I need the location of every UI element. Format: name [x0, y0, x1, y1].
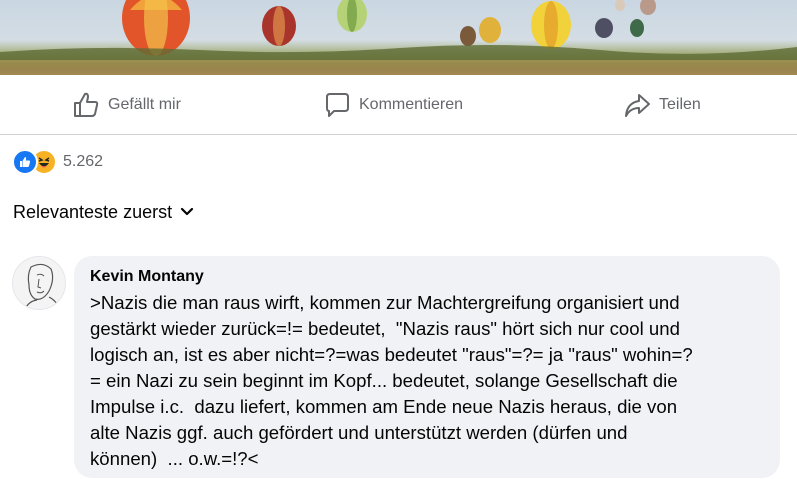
comment-text: >Nazis die man raus wirft, kommen zur Ma…: [90, 292, 693, 469]
reaction-count: 5.262: [63, 153, 104, 170]
share-arrow-icon: [625, 94, 650, 117]
share-label: Teilen: [659, 96, 701, 113]
facebook-post: Gefällt mir Kommentieren Teilen 5.262 Re…: [0, 0, 797, 479]
comment-author[interactable]: Kevin Montany: [90, 266, 764, 288]
post-photo[interactable]: [0, 0, 797, 75]
thumbs-up-icon: [74, 92, 99, 117]
comment-sort-dropdown[interactable]: Relevanteste zuerst: [13, 199, 194, 225]
like-reaction-icon: [12, 149, 38, 175]
comment-label: Kommentieren: [359, 96, 464, 113]
reactions-summary[interactable]: 5.262: [12, 149, 103, 175]
sketch-face-avatar-icon: [13, 257, 65, 309]
sort-label: Relevanteste zuerst: [13, 201, 173, 222]
share-button[interactable]: Teilen: [623, 76, 701, 134]
avatar[interactable]: [12, 256, 66, 310]
chevron-down-icon: [180, 207, 194, 216]
like-button[interactable]: Gefällt mir: [72, 76, 181, 134]
comment-button[interactable]: Kommentieren: [323, 76, 463, 134]
post-action-bar: Gefällt mir Kommentieren Teilen: [0, 76, 797, 135]
speech-bubble-icon: [326, 93, 349, 117]
like-label: Gefällt mir: [108, 96, 181, 113]
comment-bubble: Kevin Montany >Nazis die man raus wirft,…: [74, 256, 780, 478]
hot-air-balloons-image: [0, 0, 797, 75]
